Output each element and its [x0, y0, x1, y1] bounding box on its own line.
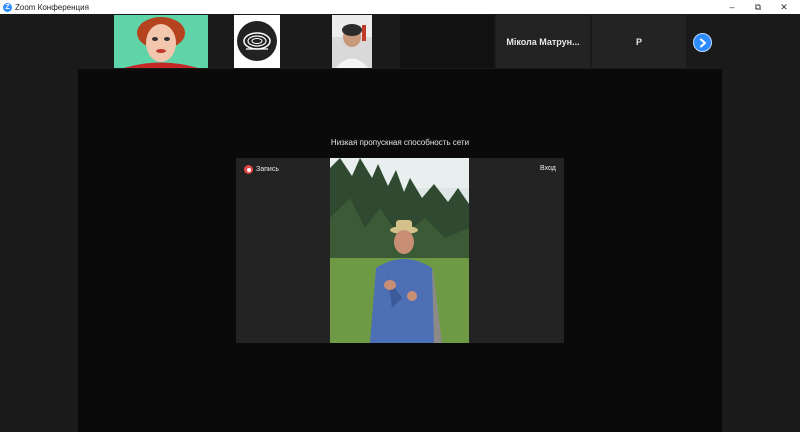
zoom-logo-icon: Z: [3, 2, 12, 12]
network-warning: Низкая пропускная способность сети: [330, 138, 470, 147]
participant-tile[interactable]: [332, 15, 372, 68]
participant-avatar-icon: [234, 15, 280, 68]
participant-tile[interactable]: Мікола Матрун...: [496, 15, 590, 68]
minimize-button[interactable]: –: [720, 0, 744, 14]
chevron-right-icon: [699, 38, 706, 47]
participant-video-person: [332, 15, 372, 68]
participant-video-woman: [114, 15, 208, 68]
participant-tile[interactable]: [114, 15, 208, 68]
title-bar: Z Zoom Конференция – ⧉ ✕: [0, 0, 800, 14]
join-button[interactable]: Вход: [540, 165, 556, 172]
active-speaker-video: [330, 158, 469, 343]
recording-indicator[interactable]: Запись: [244, 165, 279, 174]
record-icon: [244, 165, 253, 174]
participant-name: Мікола Матрун...: [506, 36, 580, 47]
participant-tile[interactable]: [234, 15, 280, 68]
participant-name: Р: [635, 36, 642, 47]
participant-tile-video-off[interactable]: [400, 15, 494, 68]
restore-button[interactable]: ⧉: [746, 0, 770, 14]
participant-tile[interactable]: Р: [592, 15, 686, 68]
window-title: Zoom Конференция: [15, 2, 89, 12]
speaker-video-frame: [330, 158, 469, 343]
participant-strip: Мікола Матрун... Р: [0, 14, 800, 68]
recording-label: Запись: [256, 166, 279, 173]
next-page-button[interactable]: [693, 33, 712, 52]
close-button[interactable]: ✕: [772, 0, 796, 14]
